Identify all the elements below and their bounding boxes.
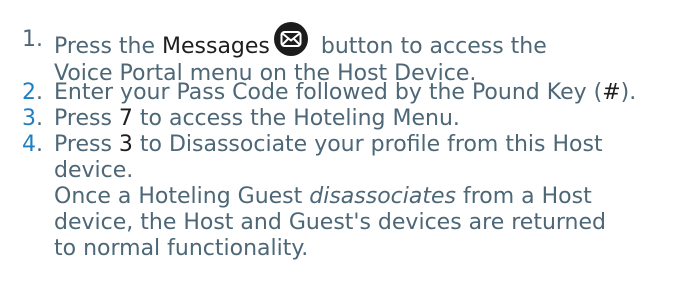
step-1-line-1: Press the Messages button to access the [54, 22, 547, 61]
key-3-label: 3 [118, 132, 133, 157]
step-2-line-1: Enter your Pass Code followed by the Pou… [54, 80, 637, 105]
key-7-label: 7 [118, 106, 133, 131]
emphasis-disassociates: disassociates [309, 184, 456, 209]
step-2: 2. Enter your Pass Code followed by the … [0, 80, 636, 106]
step-4-note-line-2: device, the Host and Guest's devices are… [54, 210, 606, 235]
step-1: 1. Press the Messages button to access t… [0, 22, 547, 87]
step-3-line-1: Press 7 to access the Hoteling Menu. [54, 106, 460, 131]
step-4-line-1: Press 3 to Disassociate your profile fro… [54, 132, 603, 157]
step-4-line-2: device. [54, 158, 134, 183]
step-4-note-line-3: to normal functionality. [54, 236, 309, 261]
step-4-note-line-1: Once a Hoteling Guest disassociates from… [54, 184, 592, 209]
step-number: 1. [22, 27, 43, 52]
step-number: 4. [22, 132, 43, 157]
pound-key-label: # [602, 80, 621, 105]
step-number: 3. [22, 106, 43, 131]
step-3: 3. Press 7 to access the Hoteling Menu. [0, 106, 460, 132]
messages-label: Messages [162, 34, 270, 59]
step-number: 2. [22, 80, 43, 105]
step-4: 4. Press 3 to Disassociate your profile … [0, 132, 606, 262]
messages-envelope-icon [273, 22, 308, 56]
